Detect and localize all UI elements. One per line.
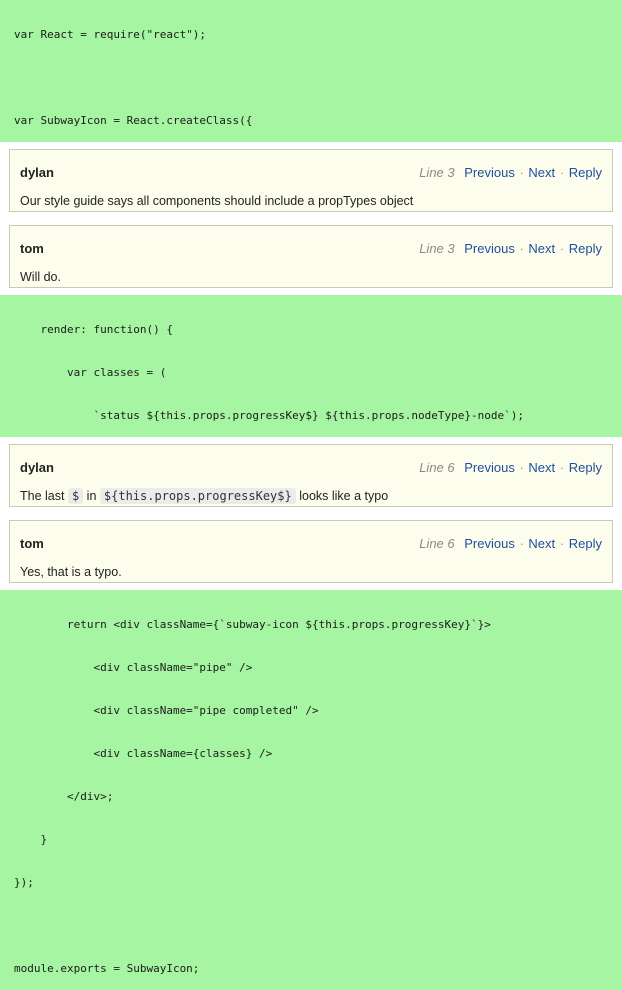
code-line: <div className="pipe completed" /> (14, 704, 319, 717)
inline-code: $ (67, 488, 84, 504)
separator: · (519, 460, 524, 475)
comment-text-part: The last (20, 489, 65, 503)
code-block-3: return <div className={`subway-icon ${th… (0, 590, 622, 990)
comment-line-number: Line 3 (419, 165, 455, 180)
inline-code: ${this.props.progressKey$} (99, 488, 296, 504)
comment-text: Our style guide says all components shou… (20, 194, 414, 208)
reply-link[interactable]: Reply (569, 241, 602, 256)
comment-author: tom (20, 241, 44, 256)
separator: · (559, 241, 565, 256)
reply-link[interactable]: Reply (569, 536, 602, 551)
code-line: <div className="pipe" /> (14, 661, 253, 674)
code-line: <div className={classes} /> (14, 747, 273, 760)
next-link[interactable]: Next (528, 241, 555, 256)
code-line: module.exports = SubwayIcon; (14, 962, 200, 975)
comment-text-part: looks like a typo (299, 489, 389, 503)
code-line: }); (14, 876, 34, 889)
comment-text: Will do. (20, 270, 61, 284)
reply-link[interactable]: Reply (569, 460, 602, 475)
code-line: render: function() { (14, 323, 173, 336)
comment-line-number: Line 6 (419, 460, 455, 475)
separator: · (559, 165, 565, 180)
separator: · (519, 536, 524, 551)
comment-line-number: Line 3 (419, 241, 455, 256)
previous-link[interactable]: Previous (464, 241, 515, 256)
next-link[interactable]: Next (528, 165, 555, 180)
comment: tom Line 3 Previous · Next · Reply Will … (9, 225, 613, 288)
comment-text: Yes, that is a typo. (20, 565, 122, 579)
code-line: </div>; (14, 790, 114, 803)
separator: · (559, 460, 565, 475)
comment: tom Line 6 Previous · Next · Reply Yes, … (9, 520, 613, 583)
separator: · (519, 241, 524, 256)
comment-author: tom (20, 536, 44, 551)
code-line: } (14, 833, 48, 846)
previous-link[interactable]: Previous (464, 165, 515, 180)
previous-link[interactable]: Previous (464, 460, 515, 475)
code-line: var React = require("react"); (14, 28, 207, 41)
comment: dylan Line 3 Previous · Next · Reply Our… (9, 149, 613, 212)
comment-line-number: Line 6 (419, 536, 455, 551)
reply-link[interactable]: Reply (569, 165, 602, 180)
comment-author: dylan (20, 460, 54, 475)
comment-text-part: in (86, 489, 97, 503)
code-line: var classes = ( (14, 366, 167, 379)
code-block-2: render: function() { var classes = ( `st… (0, 295, 622, 437)
code-block-1: var React = require("react"); var Subway… (0, 0, 622, 142)
code-line: return <div className={`subway-icon ${th… (14, 618, 491, 631)
next-link[interactable]: Next (528, 536, 555, 551)
comment-text: The last $ in ${this.props.progressKey$}… (20, 488, 602, 504)
comment-thread-line-6: dylan Line 6 Previous · Next · Reply The… (0, 437, 622, 590)
next-link[interactable]: Next (528, 460, 555, 475)
separator: · (559, 536, 565, 551)
separator: · (519, 165, 524, 180)
code-line: var SubwayIcon = React.createClass({ (14, 114, 253, 127)
comment: dylan Line 6 Previous · Next · Reply The… (9, 444, 613, 507)
comment-author: dylan (20, 165, 54, 180)
comment-thread-line-3: dylan Line 3 Previous · Next · Reply Our… (0, 142, 622, 295)
previous-link[interactable]: Previous (464, 536, 515, 551)
code-line: `status ${this.props.progressKey$} ${thi… (14, 409, 524, 422)
